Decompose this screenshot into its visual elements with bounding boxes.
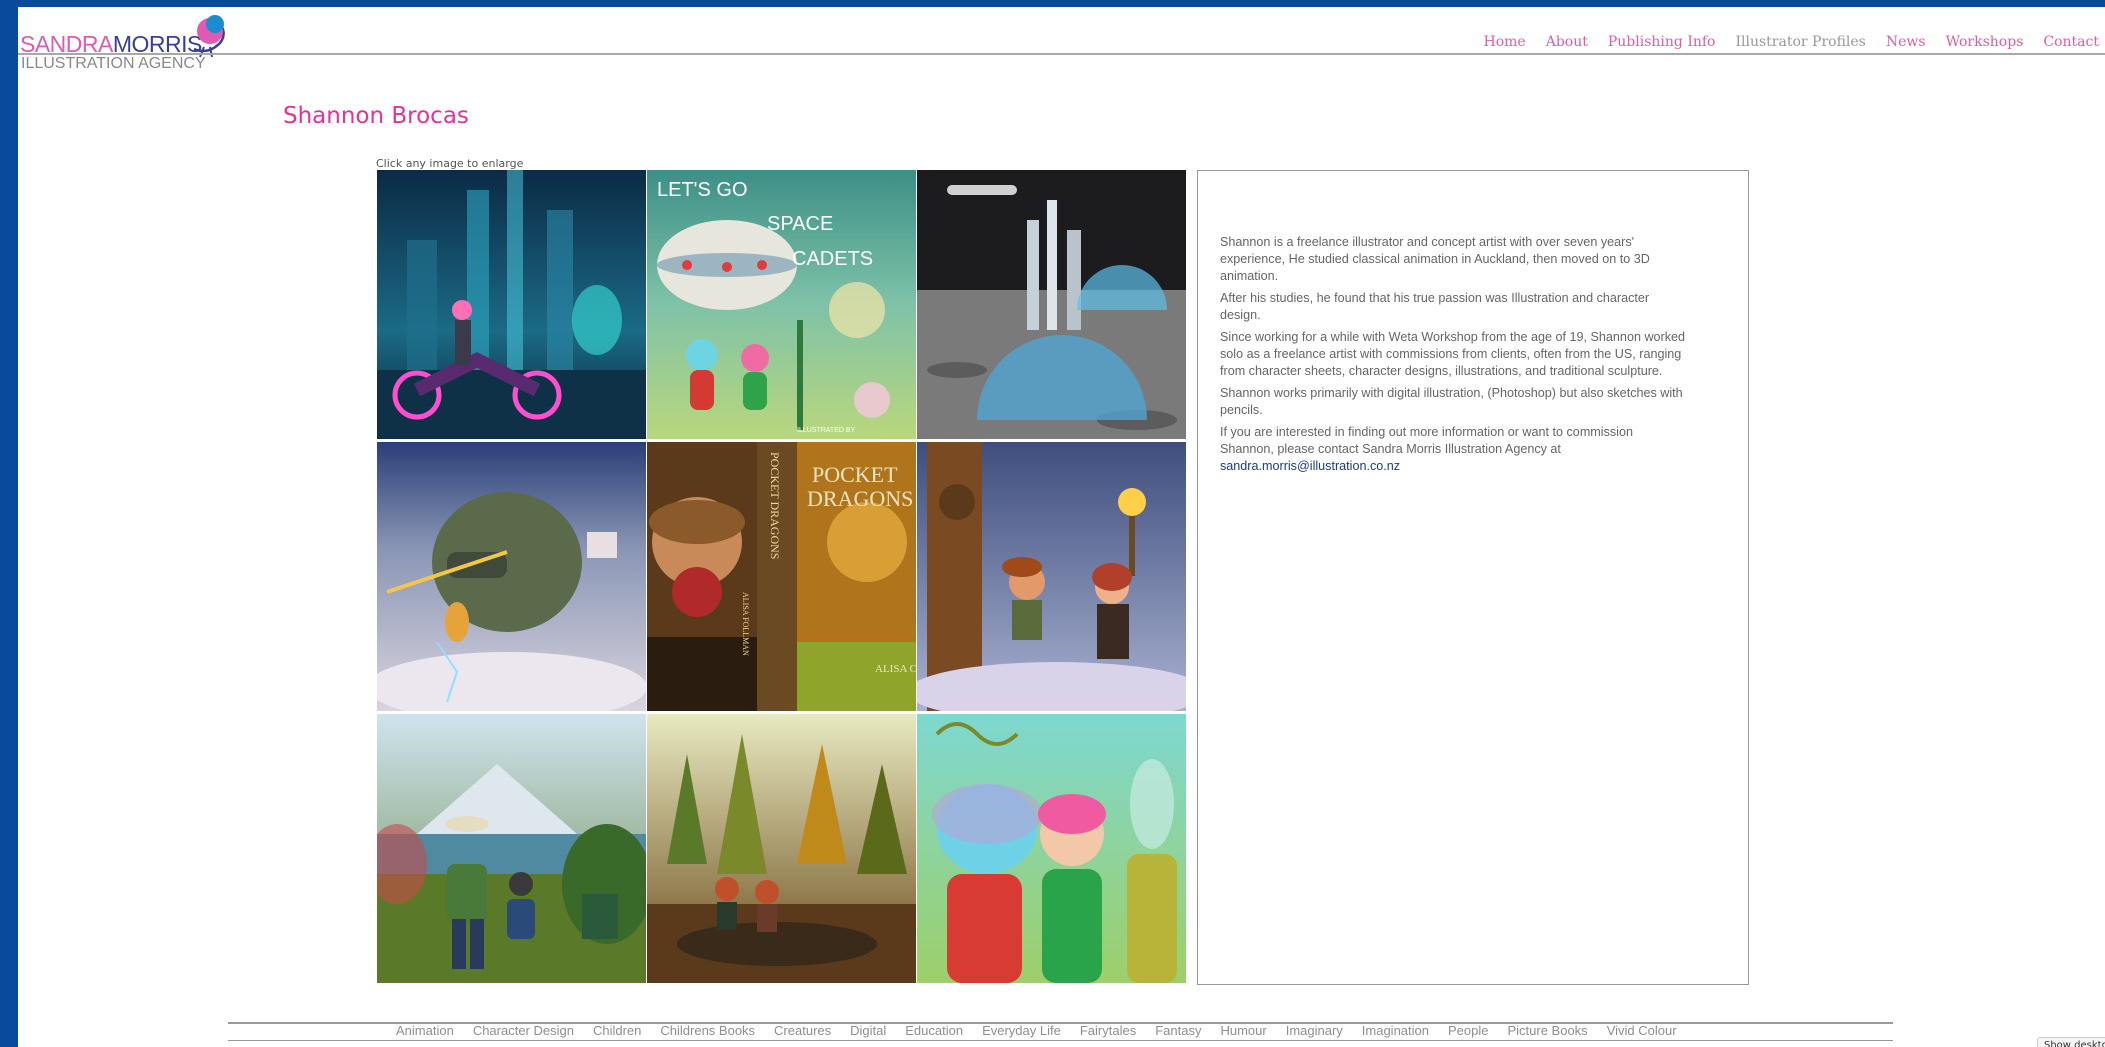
tag-animation[interactable]: Animation	[396, 1023, 454, 1038]
nav-contact[interactable]: Contact	[2043, 34, 2099, 50]
bio-paragraph-2: After his studies, he found that his tru…	[1220, 291, 1650, 322]
tag-creatures[interactable]: Creatures	[774, 1023, 831, 1038]
tag-imagination[interactable]: Imagination	[1362, 1023, 1429, 1038]
tag-humour[interactable]: Humour	[1220, 1023, 1266, 1038]
tag-childrens-books[interactable]: Childrens Books	[660, 1023, 755, 1038]
hiking-kids-image[interactable]	[377, 714, 646, 983]
bio-paragraph-5: If you are interested in finding out mor…	[1220, 424, 1690, 475]
tag-everyday-life[interactable]: Everyday Life	[982, 1023, 1061, 1038]
cover-text-dragons: DRAGONS	[807, 486, 913, 511]
tag-vivid-colour[interactable]: Vivid Colour	[1607, 1023, 1677, 1038]
main-nav: Home About Publishing Info Illustrator P…	[1484, 34, 2100, 50]
forest-river-kids-image[interactable]	[647, 714, 916, 983]
bio-paragraph-1: Shannon is a freelance illustrator and c…	[1220, 235, 1650, 283]
tag-character-design[interactable]: Character Design	[473, 1023, 574, 1038]
header-divider	[18, 53, 2105, 55]
bio-text: Shannon is a freelance illustrator and c…	[1220, 234, 1690, 480]
tag-people[interactable]: People	[1448, 1023, 1488, 1038]
space-cadets-cover-image[interactable]: LET'S GO SPACE CADETS ILLUSTRATED BY	[647, 170, 916, 439]
cover-text-space: SPACE	[767, 213, 833, 235]
enlarge-hint: Click any image to enlarge	[376, 157, 524, 170]
tag-picture-books[interactable]: Picture Books	[1507, 1023, 1587, 1038]
spine-title-text: POCKET DRAGONS	[768, 452, 782, 559]
kids-with-torch-image[interactable]	[917, 442, 1186, 711]
show-desktop-button[interactable]: Show desktop	[2037, 1037, 2105, 1047]
space-cadets-characters-image[interactable]	[917, 714, 1186, 983]
tag-fantasy[interactable]: Fantasy	[1155, 1023, 1201, 1038]
agency-logo[interactable]: SANDRAMORRIS ILLUSTRATION AGENCY	[20, 11, 250, 72]
bio-paragraph-4: Shannon works primarily with digital ill…	[1220, 386, 1683, 417]
nav-illustrator-profiles[interactable]: Illustrator Profiles	[1735, 34, 1865, 50]
nav-about[interactable]: About	[1546, 34, 1588, 50]
page: SANDRAMORRIS ILLUSTRATION AGENCY Home Ab…	[18, 7, 2105, 1047]
bio-paragraph-3: Since working for a while with Weta Work…	[1220, 330, 1686, 378]
footer-divider-bottom	[228, 1040, 1893, 1041]
spine-author-text: ALISA FOLLMAN	[741, 592, 750, 656]
page-title: Shannon Brocas	[283, 103, 469, 129]
contact-email-link[interactable]: sandra.morris@illustration.co.nz	[1220, 459, 1400, 473]
category-tags: Animation Character Design Children Chil…	[396, 1023, 1677, 1038]
nav-news[interactable]: News	[1886, 34, 1926, 50]
cover-text-pocket: POCKET	[812, 462, 898, 487]
cover-text-cadets: CADETS	[792, 248, 873, 270]
contact-text: If you are interested in finding out mor…	[1220, 425, 1633, 456]
cover-author-text: ALISA C	[875, 663, 916, 675]
cover-text-illustrated-by: ILLUSTRATED BY	[797, 427, 856, 434]
pocket-dragons-cover-image[interactable]: POCKET DRAGONS POCKET DRAGONS ALISA FOLL…	[647, 442, 916, 711]
nav-publishing-info[interactable]: Publishing Info	[1608, 34, 1716, 50]
nav-workshops[interactable]: Workshops	[1946, 34, 2024, 50]
tag-children[interactable]: Children	[593, 1023, 641, 1038]
nav-home[interactable]: Home	[1484, 34, 1526, 50]
cyberpunk-motorbike-image[interactable]	[377, 170, 646, 439]
moon-base-image[interactable]	[917, 170, 1186, 439]
logo-text-agency: ILLUSTRATION AGENCY	[21, 55, 206, 72]
tag-education[interactable]: Education	[905, 1023, 963, 1038]
image-gallery: LET'S GO SPACE CADETS ILLUSTRATED BY POC…	[377, 170, 1186, 984]
tag-imaginary[interactable]: Imaginary	[1286, 1023, 1343, 1038]
monkey-king-image[interactable]	[377, 442, 646, 711]
cover-text-lets-go: LET'S GO	[657, 179, 748, 201]
tag-fairytales[interactable]: Fairytales	[1080, 1023, 1136, 1038]
bio-panel: Shannon is a freelance illustrator and c…	[1197, 170, 1749, 985]
tag-digital[interactable]: Digital	[850, 1023, 886, 1038]
